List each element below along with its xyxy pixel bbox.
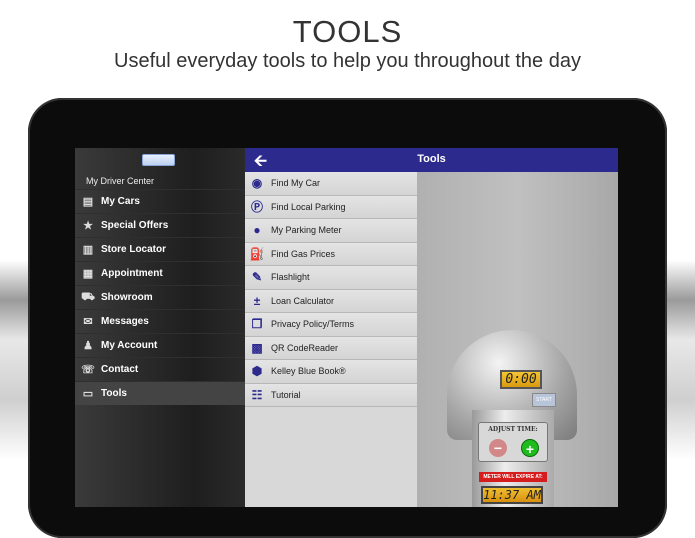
tool-item-label: Tutorial (271, 389, 301, 400)
tool-item-tutorial[interactable]: ☷ Tutorial (245, 383, 417, 407)
sidebar-header: My Driver Center (86, 176, 155, 186)
meter-time-display: 0:00 (500, 370, 542, 389)
page-title: TOOLS (292, 14, 403, 49)
tool-item-label: Find My Car (271, 178, 321, 189)
sidebar-item-store-locator[interactable]: ▥ Store Locator (75, 237, 245, 261)
meter-body: ADJUST TIME: − + METER WILL EXPIRE AT: 1… (472, 410, 554, 507)
star-icon: ★ (83, 220, 93, 232)
car-icon: ⛟ (81, 290, 95, 303)
header-title: Tools (417, 153, 446, 165)
tool-item-label: QR CodeReader (271, 342, 339, 353)
sidebar-item-special-offers[interactable]: ★ Special Offers (75, 213, 245, 237)
sidebar-item-tools[interactable]: ▭ Tools (75, 381, 245, 405)
tool-item-label: My Parking Meter (271, 225, 342, 236)
app-screen: My Driver Center ▤ My Cars ★ Special Offers… (75, 148, 618, 507)
sidebar-item-my-account[interactable]: ♟ My Account (75, 333, 245, 357)
adjust-time-label: ADJUST TIME: (488, 426, 538, 433)
page-subtitle: Useful everyday tools to help you throug… (114, 50, 581, 72)
tools-list: ◉ Find My Car Ⓟ Find Local Parking ● My Parki… (245, 172, 417, 507)
parking-meter-panel: 0:00 START ADJUST TIME: − + METER WILL E… (417, 172, 618, 507)
envelope-icon: ✉ (83, 316, 93, 328)
calculator-icon: ± (253, 293, 261, 308)
kbb-icon: ⬢ (251, 364, 263, 379)
sidebar-item-showroom[interactable]: ⛟ Showroom (75, 285, 245, 309)
parking-meter: 0:00 START ADJUST TIME: − + METER WILL E… (447, 330, 577, 507)
tool-item-label: Privacy Policy/Terms (271, 319, 355, 330)
tool-item-label: Find Local Parking (271, 201, 346, 212)
sidebar-item-label: Contact (101, 364, 139, 375)
dealer-logo (142, 154, 175, 166)
sidebar-item-label: Showroom (101, 292, 153, 303)
map-icon: ▥ (82, 244, 94, 256)
expire-time-display: 11:37 AM (481, 486, 543, 504)
tool-item-qr-codereader[interactable]: ▩ QR CodeReader (245, 336, 417, 360)
sliders-icon: ☷ (251, 387, 263, 402)
tool-item-label: Kelley Blue Book® (271, 366, 346, 377)
sidebar-item-label: My Account (101, 340, 158, 351)
phone-chat-icon: ☏ (81, 364, 95, 376)
document-icon: ❐ (251, 317, 263, 332)
increase-time-button[interactable]: + (521, 439, 539, 457)
person-icon: ♟ (83, 340, 93, 352)
tool-item-loan-calculator[interactable]: ± Loan Calculator (245, 289, 417, 313)
tool-item-label: Find Gas Prices (271, 248, 336, 259)
sidebar-item-messages[interactable]: ✉ Messages (75, 309, 245, 333)
tool-item-find-gas-prices[interactable]: ⛽ Find Gas Prices (245, 242, 417, 266)
tool-item-privacy-policy-terms[interactable]: ❐ Privacy Policy/Terms (245, 313, 417, 337)
parking-icon: Ⓟ (250, 200, 263, 215)
sidebar-item-label: Messages (101, 316, 149, 327)
calendar-icon: ▦ (82, 268, 94, 280)
tool-item-find-my-car[interactable]: ◉ Find My Car (245, 172, 417, 196)
sidebar-item-label: Tools (101, 388, 127, 399)
decrease-time-button[interactable]: − (489, 439, 507, 457)
qr-icon: ▩ (251, 340, 263, 355)
sidebar-item-label: My Cars (101, 196, 140, 207)
tool-item-find-local-parking[interactable]: Ⓟ Find Local Parking (245, 195, 417, 219)
find-car-icon: ◉ (251, 176, 263, 191)
tool-item-flashlight[interactable]: ✎ Flashlight (245, 266, 417, 290)
sidebar-item-label: Store Locator (101, 244, 167, 255)
toolbox-icon: ▭ (82, 388, 94, 400)
flashlight-icon: ✎ (251, 270, 263, 285)
sidebar-item-label: Appointment (101, 268, 163, 279)
sidebar-item-label: Special Offers (101, 220, 169, 231)
start-button[interactable]: START (532, 393, 556, 407)
sidebar-item-my-cars[interactable]: ▤ My Cars (75, 189, 245, 213)
tool-item-label: Loan Calculator (271, 295, 335, 306)
tool-item-kelley-blue-book[interactable]: ⬢ Kelley Blue Book® (245, 360, 417, 384)
tool-item-my-parking-meter[interactable]: ● My Parking Meter (245, 219, 417, 243)
sidebar-item-appointment[interactable]: ▦ Appointment (75, 261, 245, 285)
adjust-time-box: ADJUST TIME: − + (478, 422, 548, 462)
header-bar: 🡨 Tools (245, 148, 618, 172)
sidebar-item-contact[interactable]: ☏ Contact (75, 357, 245, 381)
expire-label: METER WILL EXPIRE AT: (479, 472, 547, 482)
garage-icon: ▤ (82, 196, 94, 208)
meter-icon: ● (253, 223, 261, 238)
gas-pump-icon: ⛽ (249, 246, 265, 261)
tool-item-label: Flashlight (271, 272, 310, 283)
sidebar: My Driver Center ▤ My Cars ★ Special Offers… (75, 148, 245, 507)
